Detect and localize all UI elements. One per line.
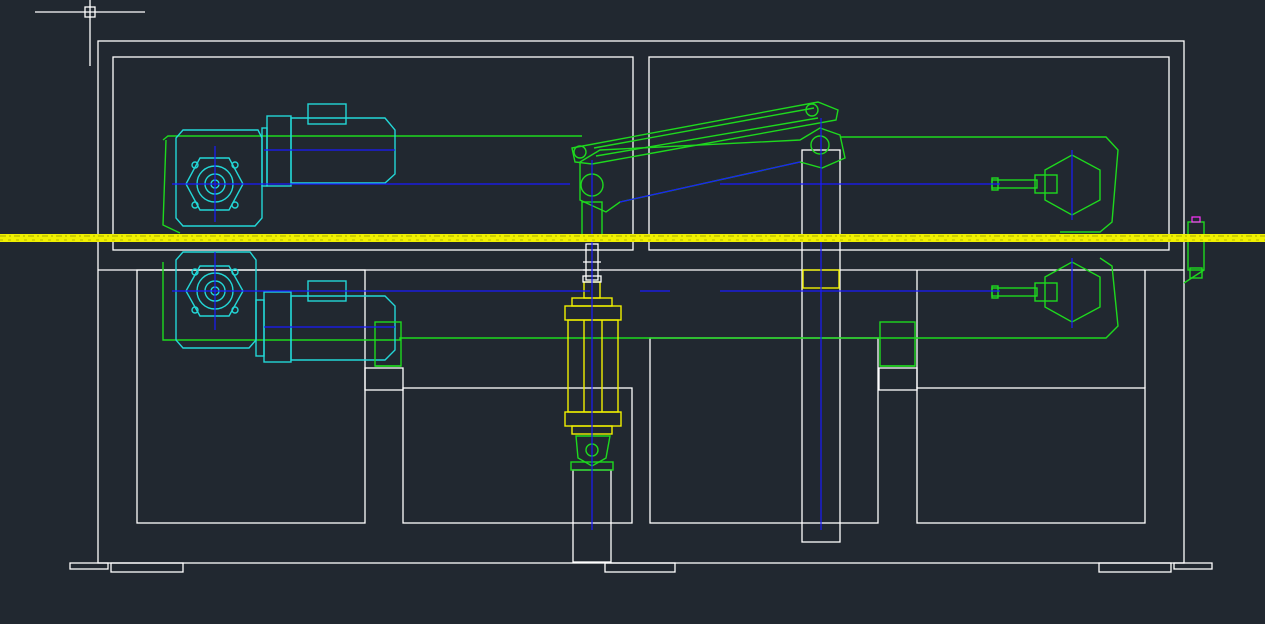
gripper-lower bbox=[991, 261, 1101, 323]
frame-feet bbox=[69, 562, 1213, 573]
pneumatic-cylinder bbox=[564, 243, 622, 471]
end-sensor bbox=[1183, 216, 1205, 284]
crosshair-cursor bbox=[35, 0, 145, 66]
motor-brackets bbox=[374, 321, 916, 367]
cad-drawing-canvas[interactable] bbox=[0, 0, 1265, 624]
machine-frame bbox=[97, 40, 1185, 564]
material-strip bbox=[0, 234, 1265, 242]
pivot-lever bbox=[571, 101, 846, 239]
support-posts bbox=[364, 149, 918, 563]
lower-gear-motor bbox=[175, 251, 396, 363]
upper-gear-motor bbox=[175, 103, 396, 227]
centerlines bbox=[172, 118, 1073, 530]
gripper-upper bbox=[991, 154, 1101, 216]
